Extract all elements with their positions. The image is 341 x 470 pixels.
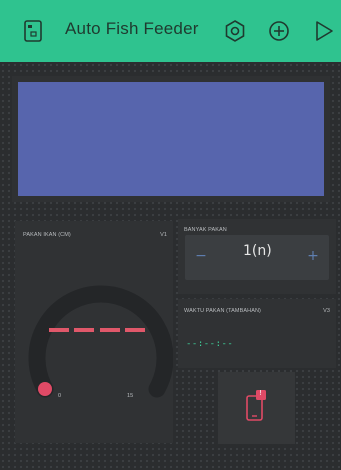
value-display-widget[interactable]: WAKTU PAKAN (TAMBAHAN) V3 --:--:-- (178, 299, 336, 368)
add-widget-icon[interactable] (266, 18, 292, 44)
notification-badge: ! (259, 389, 262, 397)
play-icon[interactable] (311, 18, 337, 44)
gauge-dial (28, 285, 173, 398)
gauge-max: 15 (127, 393, 134, 399)
stepper-control: − 1(n) + (185, 235, 329, 280)
project-icon[interactable] (20, 18, 46, 44)
gauge-value (49, 328, 145, 332)
terminal-widget[interactable] (12, 76, 330, 202)
stepper-minus-button[interactable]: − (191, 248, 211, 264)
display-value: --:--:-- (186, 339, 234, 349)
gauge-knob (38, 382, 52, 396)
terminal-screen (18, 82, 324, 196)
display-pin: V3 (323, 308, 330, 314)
stepper-label: BANYAK PAKAN (184, 227, 227, 233)
phone-notification-icon (246, 390, 266, 421)
project-title: Auto Fish Feeder (65, 19, 199, 38)
step-widget[interactable]: BANYAK PAKAN − 1(n) + (178, 219, 336, 294)
settings-icon[interactable] (222, 18, 248, 44)
dashboard-canvas: PAKAN IKAN (CM) V1 0 15 BANYAK PAKAN − 1… (0, 62, 341, 470)
app-header: Auto Fish Feeder (0, 0, 341, 62)
gauge-widget[interactable]: PAKAN IKAN (CM) V1 0 15 (15, 221, 173, 443)
display-label: WAKTU PAKAN (TAMBAHAN) (184, 308, 261, 314)
stepper-value: 1(n) (243, 243, 272, 259)
notification-widget[interactable]: ! (218, 372, 295, 444)
gauge-min: 0 (58, 393, 62, 399)
stepper-plus-button[interactable]: + (303, 248, 323, 264)
